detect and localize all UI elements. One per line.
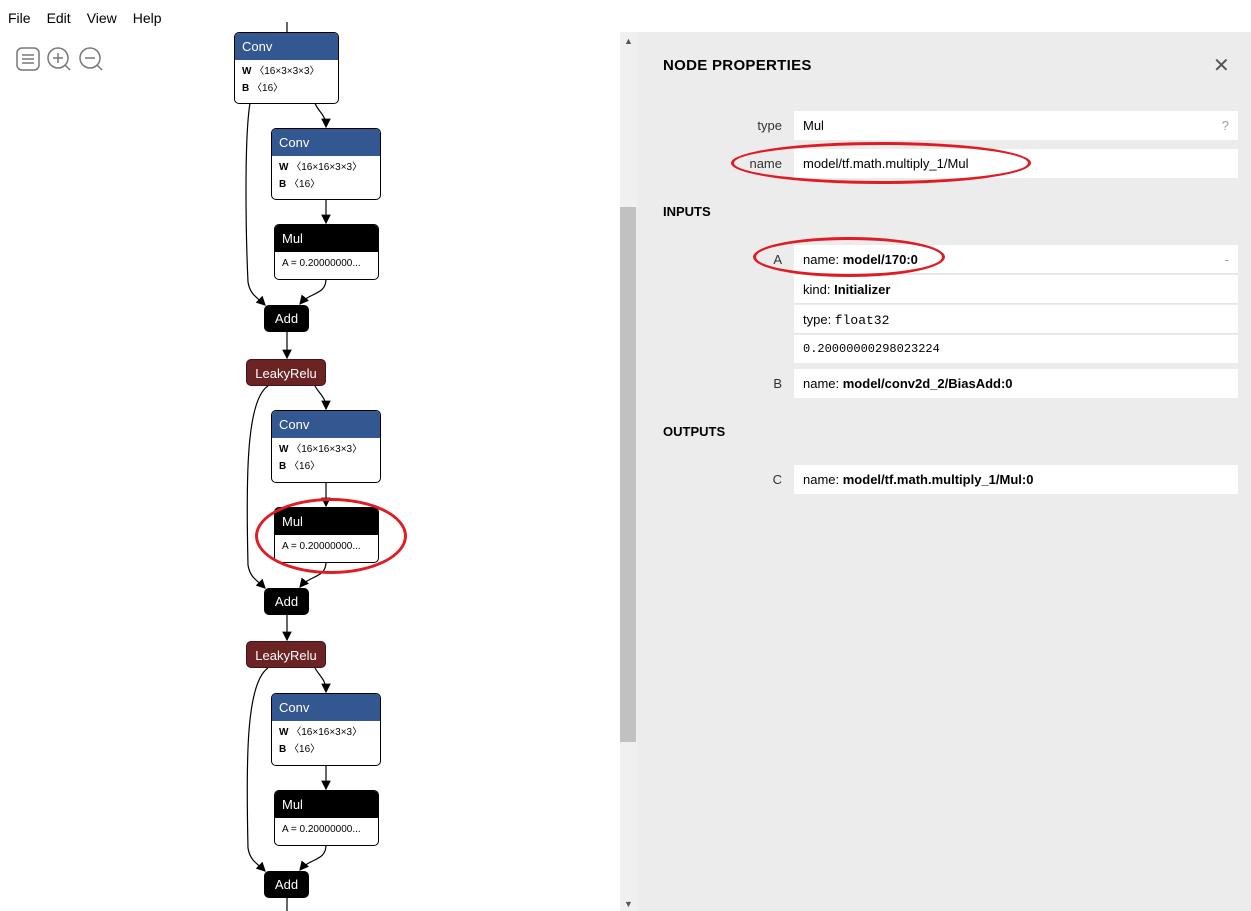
input-a-type-value: float32 <box>834 313 890 328</box>
output-c-name-row[interactable]: name: model/tf.math.multiply_1/Mul:0 <box>794 465 1238 494</box>
add-node[interactable]: Add <box>264 588 309 615</box>
panel-title: NODE PROPERTIES <box>663 57 812 74</box>
add-node[interactable]: Add <box>264 305 309 332</box>
mul-node[interactable]: Mul A = 0.20000000... <box>274 790 379 846</box>
close-icon[interactable]: ✕ <box>1213 56 1230 76</box>
leakyrelu-node[interactable]: LeakyRelu <box>246 641 326 668</box>
mul-node-title: Mul <box>275 225 378 252</box>
conv-node[interactable]: Conv W 〈16×16×3×3〉 B 〈16〉 <box>271 128 381 200</box>
input-b-name-key: name: <box>803 376 843 391</box>
annotation-ellipse <box>255 498 407 574</box>
conv-node[interactable]: Conv W 〈16×16×3×3〉 B 〈16〉 <box>271 410 381 483</box>
help-icon[interactable]: ? <box>1222 111 1229 140</box>
mul-node-title: Mul <box>275 791 378 818</box>
input-a-kind-value: Initializer <box>834 282 891 297</box>
input-a-type-key: type: <box>803 312 835 327</box>
type-field: Mul ? <box>794 111 1238 140</box>
output-c-label: C <box>772 472 782 487</box>
conv-node-title: Conv <box>272 129 380 156</box>
type-label: type <box>757 118 782 133</box>
scroll-thumb[interactable] <box>620 207 636 742</box>
conv-weight-row: W 〈16×3×3×3〉 <box>242 66 320 77</box>
mul-attr: A = 0.20000000... <box>282 258 361 269</box>
input-b-name-row[interactable]: name: model/conv2d_2/BiasAdd:0 <box>794 369 1238 398</box>
input-a-type-row: type: float32 <box>794 305 1238 334</box>
conv-bias-row: B 〈16〉 <box>279 179 321 190</box>
conv-node-title: Conv <box>272 694 380 721</box>
conv-node-title: Conv <box>235 33 338 60</box>
scroll-up-icon[interactable]: ▲ <box>620 34 637 48</box>
collapse-toggle[interactable]: - <box>1225 245 1229 274</box>
add-node[interactable]: Add <box>264 871 309 898</box>
mul-attr: A = 0.20000000... <box>282 824 361 835</box>
output-c-name-value: model/tf.math.multiply_1/Mul:0 <box>842 472 1034 487</box>
input-a-kind-row: kind: Initializer <box>794 275 1238 304</box>
annotation-ellipse <box>753 237 945 277</box>
node-properties-panel: NODE PROPERTIES ✕ type Mul ? name model/… <box>637 32 1251 911</box>
inputs-heading: INPUTS <box>663 204 711 219</box>
scroll-down-icon[interactable]: ▼ <box>620 897 637 911</box>
conv-weight-row: W 〈16×16×3×3〉 <box>279 162 363 173</box>
graph-scrollbar[interactable]: ▲ ▼ <box>620 32 637 911</box>
input-a-kind-key: kind: <box>803 282 835 297</box>
conv-bias-row: B 〈16〉 <box>279 744 321 755</box>
conv-weight-row: W 〈16×16×3×3〉 <box>279 727 363 738</box>
outputs-heading: OUTPUTS <box>663 424 726 439</box>
input-a-value-row: 0.20000000298023224 <box>794 335 1238 363</box>
conv-bias-row: B 〈16〉 <box>242 83 284 94</box>
mul-node[interactable]: Mul A = 0.20000000... <box>274 224 379 280</box>
output-c-name-key: name: <box>803 472 843 487</box>
input-b-label: B <box>773 376 782 391</box>
type-value: Mul <box>803 118 824 133</box>
leakyrelu-node[interactable]: LeakyRelu <box>246 359 326 386</box>
graph-canvas[interactable]: Conv W 〈16×3×3×3〉 B 〈16〉 Conv W 〈16×16×3… <box>0 0 620 911</box>
conv-node[interactable]: Conv W 〈16×16×3×3〉 B 〈16〉 <box>271 693 381 766</box>
conv-node[interactable]: Conv W 〈16×3×3×3〉 B 〈16〉 <box>234 32 339 104</box>
conv-weight-row: W 〈16×16×3×3〉 <box>279 444 363 455</box>
conv-bias-row: B 〈16〉 <box>279 461 321 472</box>
annotation-ellipse <box>731 142 1031 184</box>
conv-node-title: Conv <box>272 411 380 438</box>
input-b-name-value: model/conv2d_2/BiasAdd:0 <box>842 376 1013 391</box>
